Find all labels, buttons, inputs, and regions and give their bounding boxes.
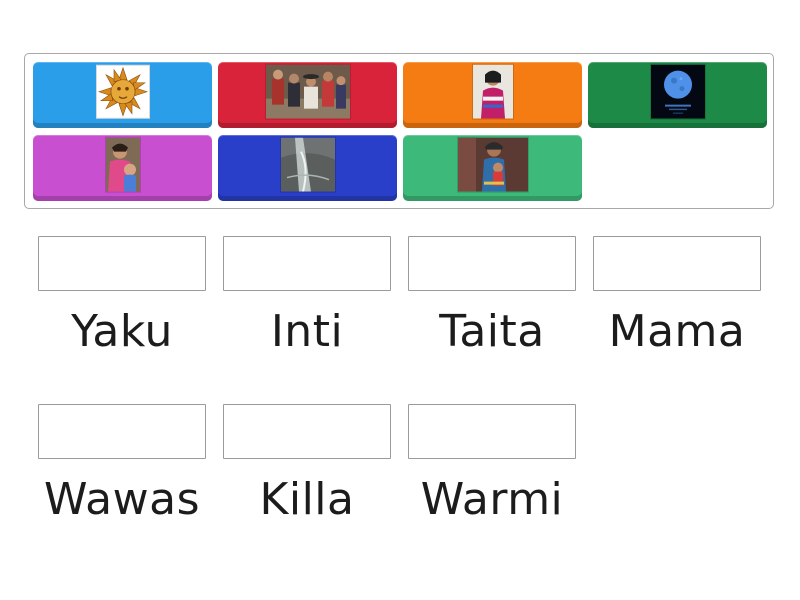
water-stream-image — [279, 136, 336, 193]
target-label-killa: Killa — [259, 474, 355, 525]
image-tile-4[interactable] — [588, 62, 767, 128]
drop-slot-wawas[interactable] — [38, 404, 206, 459]
target-label-wawas: Wawas — [43, 474, 201, 525]
image-tile-6[interactable] — [218, 135, 397, 201]
drop-slot-killa[interactable] — [223, 404, 391, 459]
target-label-mama: Mama — [608, 306, 746, 357]
full-moon-image — [649, 63, 706, 120]
match-up-activity: Yaku Inti Taita Mama Wawas Killa Warmi — [0, 0, 800, 600]
drop-slot-mama[interactable] — [593, 236, 761, 291]
target-label-inti: Inti — [270, 306, 344, 357]
sun-image — [95, 64, 150, 119]
image-tile-2[interactable] — [218, 62, 397, 128]
drop-slot-yaku[interactable] — [38, 236, 206, 291]
image-tile-tray — [24, 53, 774, 209]
image-tile-3[interactable] — [403, 62, 582, 128]
image-tile-1[interactable] — [33, 62, 212, 128]
drop-slot-warmi[interactable] — [408, 404, 576, 459]
drop-slot-inti[interactable] — [223, 236, 391, 291]
target-label-yaku: Yaku — [71, 306, 173, 357]
target-label-taita: Taita — [439, 306, 545, 357]
drop-slot-taita[interactable] — [408, 236, 576, 291]
image-tile-5[interactable] — [33, 135, 212, 201]
father-with-child-image — [456, 136, 529, 193]
andean-woman-image — [471, 63, 514, 120]
family-gathering-image — [264, 63, 351, 120]
mother-and-child-image — [104, 136, 141, 193]
target-label-warmi: Warmi — [420, 474, 564, 525]
image-tile-7[interactable] — [403, 135, 582, 201]
